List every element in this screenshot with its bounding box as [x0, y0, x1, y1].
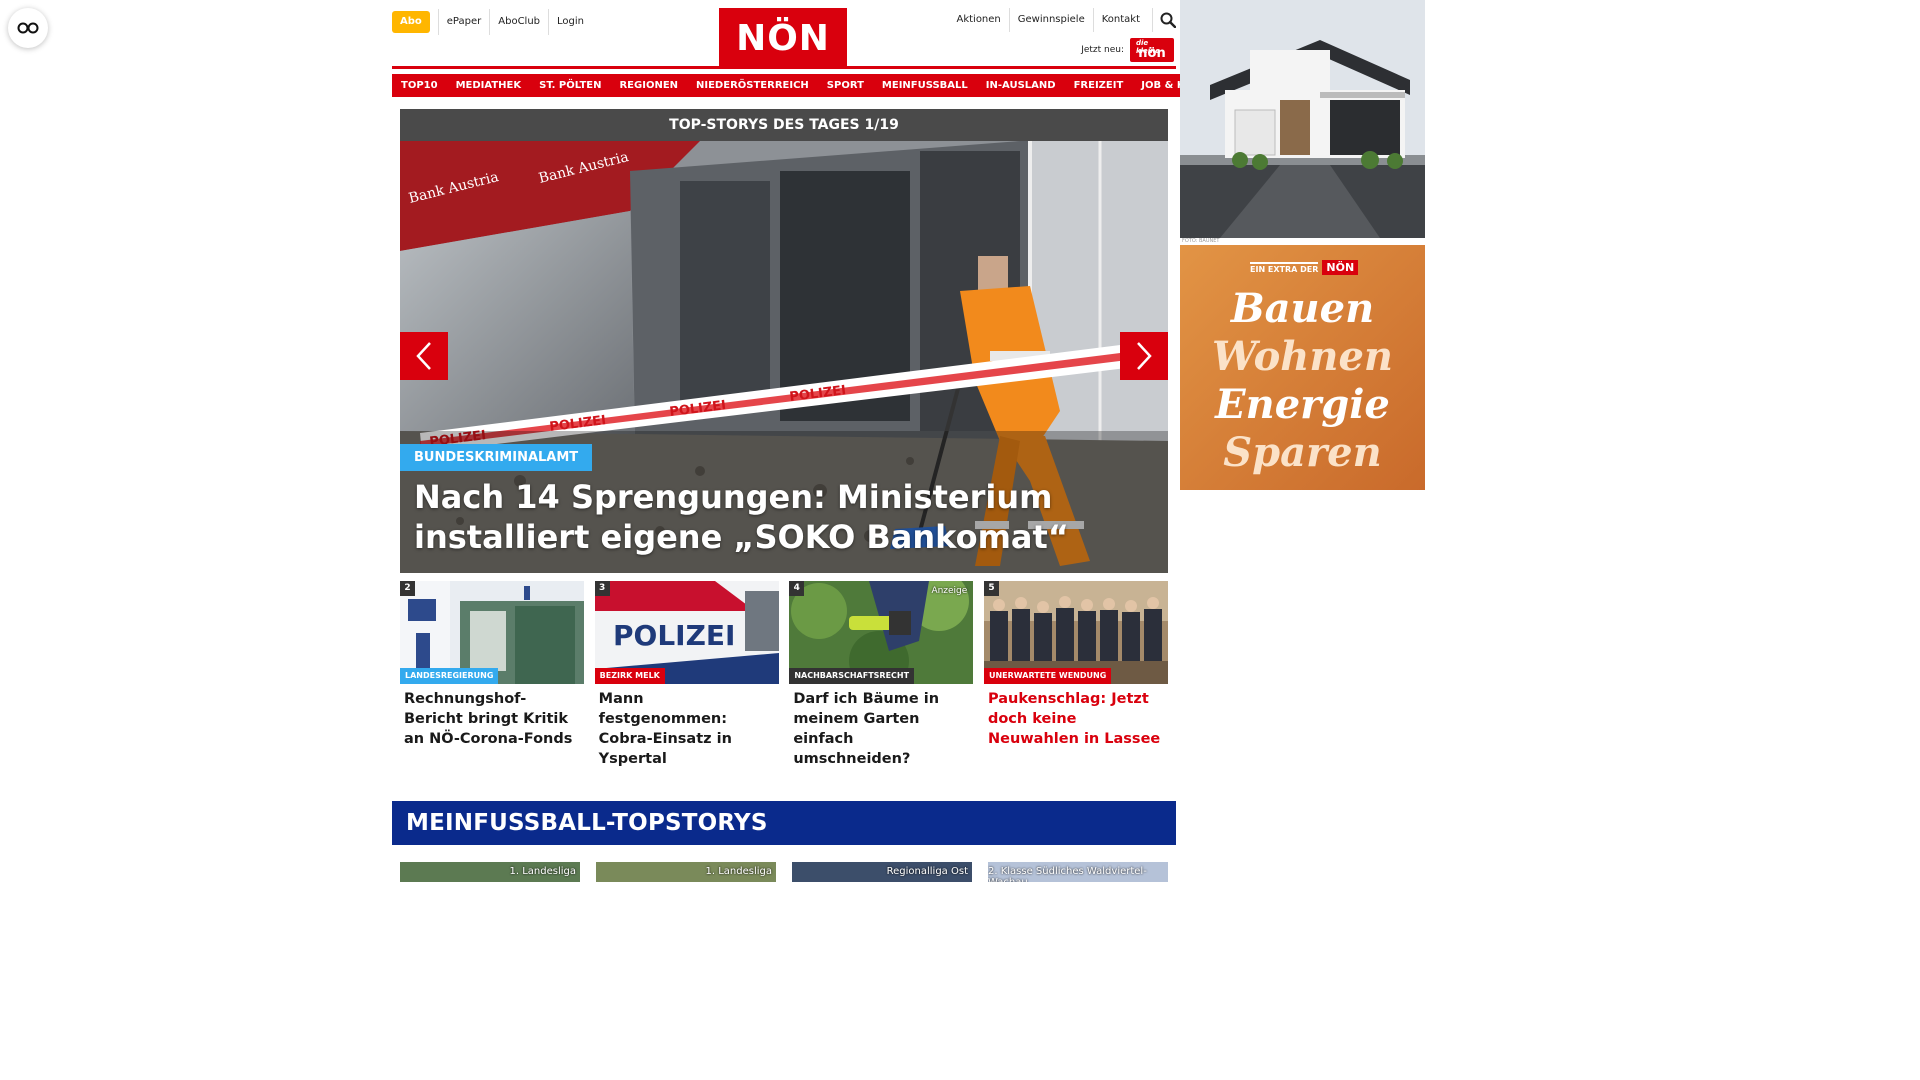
story-rank: 4	[789, 581, 805, 596]
hero-category-badge[interactable]: BUNDESKRIMINALAMT	[400, 444, 593, 471]
meinfussball-card[interactable]: 1. Landesliga	[596, 862, 776, 882]
meinfussball-card[interactable]: 2. Klasse Südliches Waldviertel-Wachau	[988, 862, 1168, 882]
abo-button[interactable]: Abo	[392, 11, 430, 33]
story-category[interactable]: UNERWARTETE WENDUNG	[983, 668, 1112, 684]
header-divider	[392, 66, 1176, 69]
hero-story-image[interactable]: Bank Austria Bank Austria POLIZEI POLIZE…	[400, 141, 1168, 573]
hero-headline[interactable]: Nach 14 Sprengungen: Ministerium install…	[414, 477, 1114, 557]
story-title[interactable]: Mann festgenommen: Cobra-Einsatz in Yspe…	[595, 684, 779, 769]
story-card-image[interactable]: 5 UNERWARTETE WENDUNG	[983, 581, 1168, 684]
top-stories-slider: TOP-STORYS DES TAGES 1/19 Bank Austria B…	[400, 109, 1168, 573]
ad-extra-logo: NÖN	[1322, 260, 1359, 275]
story-card[interactable]: 5 UNERWARTETE WENDUNG Paukenschlag: Jetz…	[983, 581, 1168, 769]
top-right-links: Aktionen Gewinnspiele Kontakt	[948, 8, 1176, 32]
story-title[interactable]: Darf ich Bäume in meinem Garten einfach …	[789, 684, 973, 769]
ad-line-bauen: Bauen	[1230, 285, 1375, 332]
nav-sport[interactable]: SPORT	[817, 74, 873, 97]
kontakt-link[interactable]: Kontakt	[1092, 8, 1148, 32]
ad-line-sparen: Sparen	[1223, 429, 1382, 476]
story-card[interactable]: 4 Anzeige NACHBARSCHAFTSRECHT Darf ich B…	[789, 581, 974, 769]
story-title[interactable]: Rechnungshof-Bericht bringt Kritik an NÖ…	[400, 684, 584, 749]
meinfussball-card[interactable]: Regionalliga Ost	[792, 862, 972, 882]
main-column: Abo ePaper AboClub Login NÖN Aktionen Ge…	[392, 0, 1242, 882]
meinfussball-card[interactable]: 1. Landesliga	[400, 862, 580, 882]
story-card-image[interactable]: POLIZEI 3 BEZIRK MELK	[594, 581, 779, 684]
house-ad-image	[1180, 0, 1425, 238]
aboclub-link[interactable]: AboClub	[489, 9, 548, 35]
aktionen-link[interactable]: Aktionen	[948, 8, 1008, 32]
bauen-wohnen-ad[interactable]: EIN EXTRA DER NÖN Bauen Wohnen Energie S…	[1180, 245, 1425, 490]
nav-regionen[interactable]: REGIONEN	[610, 74, 688, 97]
gewinnspiele-link[interactable]: Gewinnspiele	[1008, 8, 1093, 32]
site-header: Abo ePaper AboClub Login NÖN Aktionen Ge…	[392, 0, 1176, 69]
ad-photo-credit: FOTO: BAUNET	[1182, 238, 1220, 244]
chevron-right-icon	[1137, 342, 1152, 370]
story-rank: 5	[983, 581, 999, 596]
story-cards: 2 LANDESREGIERUNG Rechnungshof-Bericht b…	[400, 581, 1168, 769]
search-icon[interactable]	[1152, 8, 1176, 32]
nav-top10[interactable]: TOP10	[392, 74, 447, 97]
story-card-image[interactable]: 4 Anzeige NACHBARSCHAFTSRECHT	[789, 581, 974, 684]
jetzt-neu: Jetzt neu: die kleine nön	[1081, 38, 1174, 62]
ad-line-wohnen: Wohnen	[1211, 333, 1394, 380]
story-rank: 3	[594, 581, 610, 596]
top-left-links: Abo ePaper AboClub Login	[392, 9, 592, 35]
nav-mediathek[interactable]: MEDIATHEK	[446, 74, 531, 97]
nav-st-poelten[interactable]: ST. PÖLTEN	[530, 74, 611, 97]
accessibility-button[interactable]	[8, 8, 48, 48]
story-category[interactable]: BEZIRK MELK	[594, 668, 665, 684]
story-photo-2-text: POLIZEI	[613, 619, 735, 652]
ad-extra-label: EIN EXTRA DER NÖN	[1250, 260, 1359, 275]
story-card[interactable]: POLIZEI 3 BEZIRK MELK Mann festgenommen:…	[594, 581, 779, 769]
ad-label: Anzeige	[931, 586, 968, 596]
story-category[interactable]: NACHBARSCHAFTSRECHT	[789, 668, 915, 684]
story-category[interactable]: LANDESREGIERUNG	[400, 668, 499, 684]
league-label: Regionalliga Ost	[886, 866, 968, 877]
slider-next-button[interactable]	[1120, 332, 1168, 380]
jetzt-neu-label: Jetzt neu:	[1081, 45, 1124, 55]
kleine-non-logo[interactable]: die kleine nön	[1130, 38, 1174, 62]
top-stories-header: TOP-STORYS DES TAGES 1/19	[400, 109, 1168, 141]
league-label: 2. Klasse Südliches Waldviertel-Wachau	[988, 866, 1147, 882]
house-ad[interactable]	[1180, 0, 1425, 238]
main-nav: TOP10 MEDIATHEK ST. PÖLTEN REGIONEN NIED…	[392, 74, 1242, 97]
non-logo[interactable]: NÖN	[719, 8, 847, 68]
meinfussball-cards: 1. Landesliga 1. Landesliga Regionalliga…	[400, 862, 1168, 882]
nav-freizeit[interactable]: FREIZEIT	[1064, 74, 1133, 97]
story-card-image[interactable]: 2 LANDESREGIERUNG	[400, 581, 584, 684]
nav-niederoesterreich[interactable]: NIEDERÖSTERREICH	[687, 74, 818, 97]
meinfussball-header[interactable]: MEINFUSSBALL-TOPSTORYS	[392, 801, 1176, 845]
story-title[interactable]: Paukenschlag: Jetzt doch keine Neuwahlen…	[984, 684, 1168, 749]
ad-line-energie: Energie	[1215, 381, 1390, 428]
ad-extra-pre: EIN EXTRA DER	[1250, 261, 1319, 274]
nav-meinfussball[interactable]: MEINFUSSBALL	[872, 74, 977, 97]
kleine-logo-small: die kleine	[1136, 39, 1160, 55]
epaper-link[interactable]: ePaper	[437, 9, 489, 35]
nav-in-ausland[interactable]: IN-AUSLAND	[976, 74, 1065, 97]
login-link[interactable]: Login	[548, 9, 592, 35]
story-card[interactable]: 2 LANDESREGIERUNG Rechnungshof-Bericht b…	[400, 581, 584, 769]
glasses-icon	[17, 22, 39, 34]
slider-prev-button[interactable]	[400, 332, 448, 380]
story-rank: 2	[400, 581, 415, 596]
league-label: 1. Landesliga	[509, 866, 577, 877]
league-label: 1. Landesliga	[705, 866, 773, 877]
chevron-left-icon	[416, 342, 431, 370]
